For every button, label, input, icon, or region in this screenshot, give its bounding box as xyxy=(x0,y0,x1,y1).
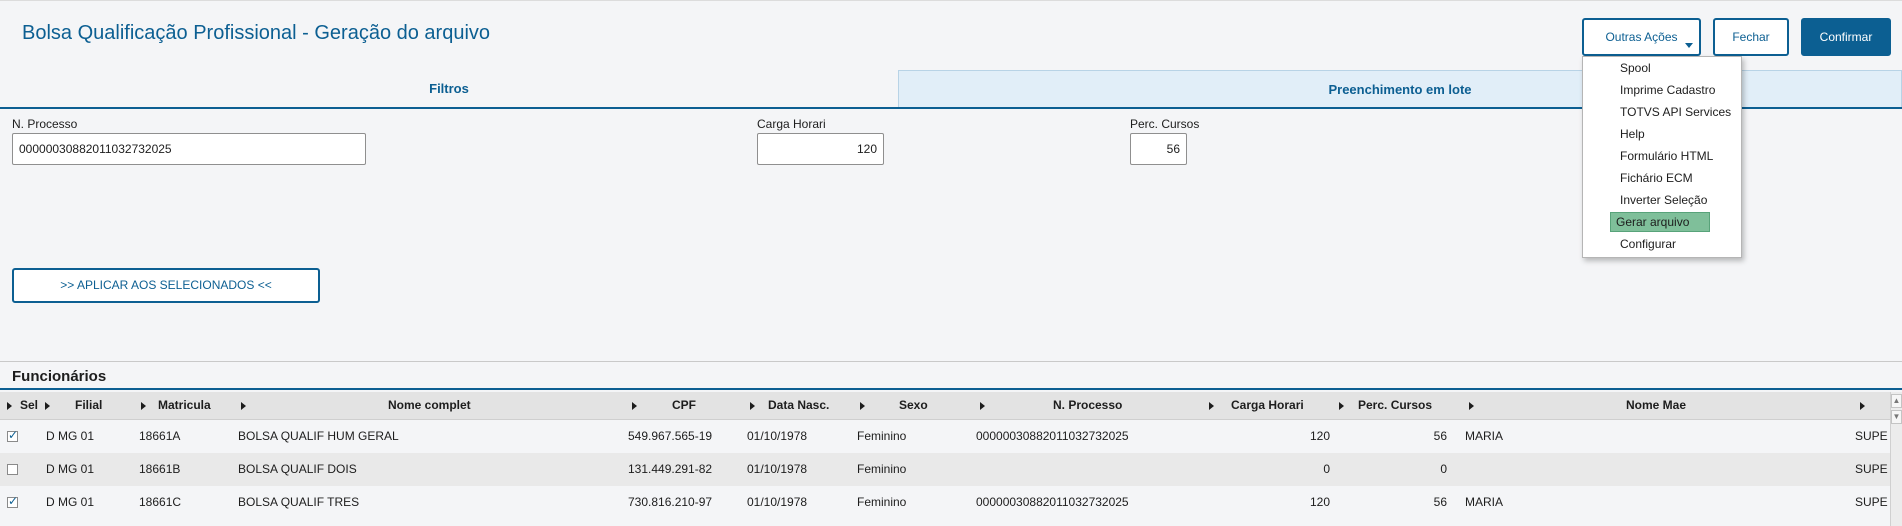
cell-perc: 56 xyxy=(1433,429,1447,443)
sort-arrow-icon[interactable] xyxy=(1209,402,1214,410)
sort-arrow-icon[interactable] xyxy=(1469,402,1474,410)
carga-horari-label: Carga Horari xyxy=(757,117,826,131)
sort-arrow-icon[interactable] xyxy=(1860,402,1865,410)
row-checkbox[interactable] xyxy=(7,428,18,442)
menu-item-inverter-selecao[interactable]: Inverter Seleção xyxy=(1615,191,1712,209)
col-nome-mae[interactable]: Nome Mae xyxy=(1626,392,1686,419)
menu-item-fichario-ecm[interactable]: Fichário ECM xyxy=(1615,169,1698,187)
cell-perc: 0 xyxy=(1440,462,1447,476)
sort-arrow-icon[interactable] xyxy=(750,402,755,410)
cell-carga: 0 xyxy=(1323,462,1330,476)
cell-data-nasc: 01/10/1978 xyxy=(747,495,808,509)
cell-data-nasc: 01/10/1978 xyxy=(747,462,808,476)
table-row[interactable]: D MG 01 18661A BOLSA QUALIF HUM GERAL 54… xyxy=(0,420,1890,453)
cell-nome: BOLSA QUALIF TRES xyxy=(238,495,360,509)
col-sexo[interactable]: Sexo xyxy=(899,392,928,419)
cell-perc: 56 xyxy=(1433,495,1447,509)
fechar-button[interactable]: Fechar xyxy=(1713,18,1789,56)
row-checkbox[interactable] xyxy=(7,494,18,508)
col-matricula[interactable]: Matricula xyxy=(158,392,211,419)
sort-arrow-icon[interactable] xyxy=(860,402,865,410)
perc-cursos-label: Perc. Cursos xyxy=(1130,117,1200,131)
sort-arrow-icon[interactable] xyxy=(980,402,985,410)
col-sel[interactable]: Sel xyxy=(20,392,38,419)
sort-arrow-icon[interactable] xyxy=(7,402,12,410)
cell-filial: D MG 01 xyxy=(46,429,95,443)
col-carga[interactable]: Carga Horari xyxy=(1231,392,1304,419)
cell-cpf: 730.816.210-97 xyxy=(628,495,713,509)
menu-item-help[interactable]: Help xyxy=(1615,125,1650,143)
menu-item-formulario-html[interactable]: Formulário HTML xyxy=(1615,147,1718,165)
tab-filtros[interactable]: Filtros xyxy=(0,70,898,107)
tab-preenchimento-em-lote[interactable]: Preenchimento em lote xyxy=(898,70,1902,107)
caret-down-icon xyxy=(1685,43,1693,48)
processo-input[interactable] xyxy=(12,133,366,165)
cell-sexo: Feminino xyxy=(857,429,907,443)
scroll-up-icon[interactable]: ▲ xyxy=(1891,394,1902,408)
col-processo[interactable]: N. Processo xyxy=(1053,392,1122,419)
page-title: Bolsa Qualificação Profissional - Geraçã… xyxy=(22,22,491,44)
section-underline xyxy=(0,388,1902,390)
table-row[interactable]: D MG 01 18661C BOLSA QUALIF TRES 730.816… xyxy=(0,486,1890,519)
menu-item-configurar[interactable]: Configurar xyxy=(1615,235,1681,253)
cell-extra: SUPE xyxy=(1855,429,1888,443)
funcionarios-title: Funcionários xyxy=(12,368,107,385)
sort-arrow-icon[interactable] xyxy=(632,402,637,410)
outras-acoes-menu: Spool Imprime Cadastro TOTVS API Service… xyxy=(1582,56,1742,258)
cell-processo: 00000030882011032732025 xyxy=(976,429,1129,443)
carga-horari-input[interactable] xyxy=(757,133,884,165)
cell-carga: 120 xyxy=(1309,429,1330,443)
aplicar-label: >> APLICAR AOS SELECIONADOS << xyxy=(60,278,272,292)
menu-item-totvs-api[interactable]: TOTVS API Services xyxy=(1615,103,1736,121)
menu-item-gerar-arquivo[interactable]: Gerar arquivo xyxy=(1610,212,1710,232)
sort-arrow-icon[interactable] xyxy=(1339,402,1344,410)
col-cpf[interactable]: CPF xyxy=(672,392,696,419)
confirmar-button[interactable]: Confirmar xyxy=(1801,18,1891,56)
cell-extra: SUPE xyxy=(1855,462,1888,476)
sort-arrow-icon[interactable] xyxy=(241,402,246,410)
sort-arrow-icon[interactable] xyxy=(141,402,146,410)
table-row[interactable]: D MG 01 18661B BOLSA QUALIF DOIS 131.449… xyxy=(0,453,1890,486)
perc-cursos-input[interactable] xyxy=(1130,133,1187,165)
sort-arrow-icon[interactable] xyxy=(45,402,50,410)
table-header: Sel Filial Matricula Nome complet CPF Da… xyxy=(0,392,1890,420)
aplicar-selecionados-button[interactable]: >> APLICAR AOS SELECIONADOS << xyxy=(12,268,320,303)
cell-extra: SUPE xyxy=(1855,495,1888,509)
cell-cpf: 549.967.565-19 xyxy=(628,429,713,443)
cell-nome-mae: MARIA xyxy=(1465,495,1504,509)
col-filial[interactable]: Filial xyxy=(75,392,102,419)
top-divider xyxy=(0,0,1902,1)
scroll-down-icon[interactable]: ▼ xyxy=(1891,410,1902,424)
cell-sexo: Feminino xyxy=(857,495,907,509)
outras-acoes-label: Outras Ações xyxy=(1605,30,1678,44)
cell-processo: 00000030882011032732025 xyxy=(976,495,1129,509)
outras-acoes-button[interactable]: Outras Ações xyxy=(1582,18,1701,56)
cell-carga: 120 xyxy=(1309,495,1330,509)
cell-nome-mae: MARIA xyxy=(1465,429,1504,443)
cell-sexo: Feminino xyxy=(857,462,907,476)
col-nome[interactable]: Nome complet xyxy=(388,392,471,419)
fechar-label: Fechar xyxy=(1732,30,1770,44)
cell-cpf: 131.449.291-82 xyxy=(628,462,713,476)
cell-matricula: 18661C xyxy=(139,495,182,509)
cell-matricula: 18661A xyxy=(139,429,181,443)
row-checkbox[interactable] xyxy=(7,464,18,475)
confirmar-label: Confirmar xyxy=(1819,30,1873,44)
cell-nome: BOLSA QUALIF HUM GERAL xyxy=(238,429,399,443)
menu-item-imprime-cadastro[interactable]: Imprime Cadastro xyxy=(1615,81,1720,99)
cell-filial: D MG 01 xyxy=(46,462,95,476)
processo-label: N. Processo xyxy=(12,117,78,131)
cell-matricula: 18661B xyxy=(139,462,181,476)
cell-filial: D MG 01 xyxy=(46,495,95,509)
cell-data-nasc: 01/10/1978 xyxy=(747,429,808,443)
col-data-nasc[interactable]: Data Nasc. xyxy=(768,392,829,419)
col-perc[interactable]: Perc. Cursos xyxy=(1358,392,1432,419)
cell-nome: BOLSA QUALIF DOIS xyxy=(238,462,357,476)
menu-item-spool[interactable]: Spool xyxy=(1615,59,1656,77)
